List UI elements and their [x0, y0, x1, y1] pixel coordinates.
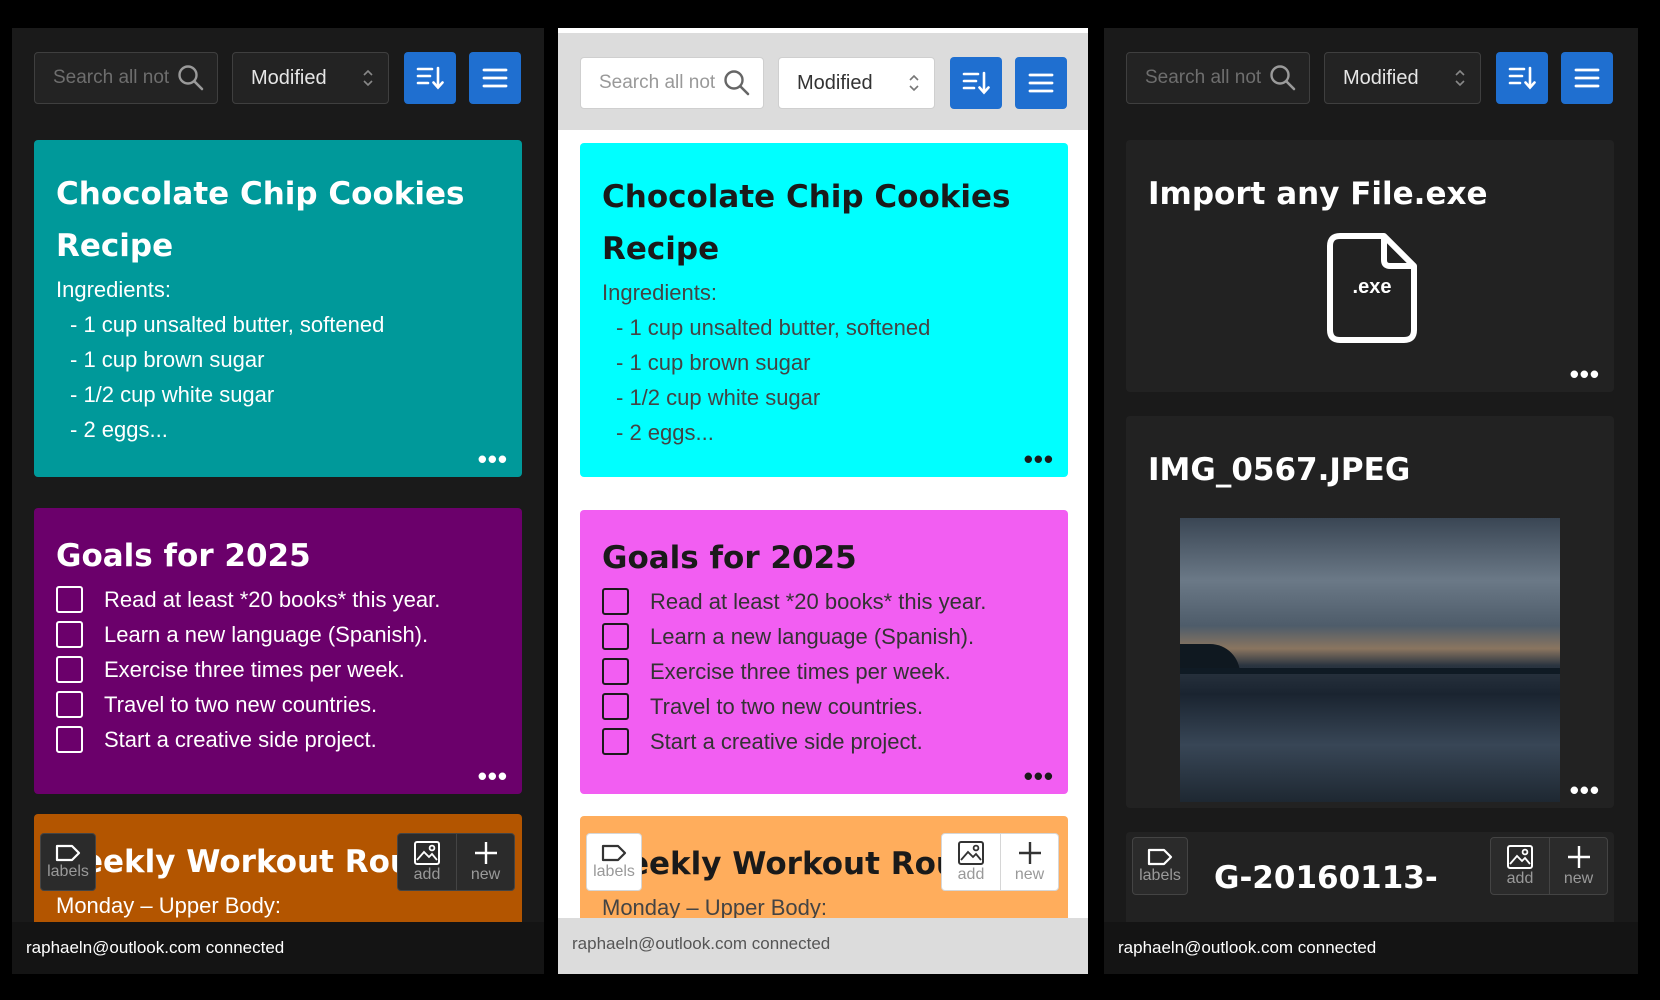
checklist-item: Travel to two new countries. [56, 687, 500, 722]
label-tag-icon [601, 844, 627, 862]
note-title: IMG_0567.JPEG [1148, 452, 1411, 488]
note-title: Chocolate Chip Cookies Recipe [602, 179, 1011, 267]
checklist-item: Read at least *20 books* this year. [56, 582, 500, 617]
checkbox[interactable] [56, 726, 83, 753]
note-card-recipe[interactable]: Chocolate Chip Cookies Recipe Ingredient… [580, 143, 1068, 477]
search-icon [724, 70, 750, 96]
checkbox[interactable] [56, 621, 83, 648]
chevron-updown-icon [909, 74, 919, 92]
checklist-item: Read at least *20 books* this year. [602, 584, 1046, 619]
search-input[interactable]: Search all not [1126, 52, 1310, 104]
sort-select[interactable]: Modified [232, 52, 389, 104]
add-image-button[interactable]: add [942, 834, 1000, 890]
toolbar: Search all not Modified [1104, 28, 1638, 128]
more-options-icon[interactable]: ••• [478, 763, 508, 789]
more-options-icon[interactable]: ••• [1570, 361, 1600, 387]
more-options-icon[interactable]: ••• [1570, 777, 1600, 803]
search-icon [1270, 65, 1296, 91]
sort-descending-icon [416, 66, 444, 90]
note-card-file-import[interactable]: Import any File.exe .exe ••• [1126, 140, 1614, 392]
toolbar: Search all not Modified [12, 28, 544, 128]
sort-descending-icon [962, 71, 990, 95]
hamburger-icon [482, 68, 508, 88]
note-card-image[interactable]: IMG_0567.JPEG ••• [1126, 416, 1614, 808]
labels-button[interactable]: labels [40, 833, 96, 891]
more-options-icon[interactable]: ••• [1024, 446, 1054, 472]
sort-direction-button[interactable] [404, 52, 456, 104]
note-card-recipe[interactable]: Chocolate Chip Cookies Recipe Ingredient… [34, 140, 522, 477]
menu-button[interactable] [1561, 52, 1613, 104]
note-title: Goals for 2025 [56, 538, 311, 574]
note-body: Ingredients: - 1 cup unsalted butter, so… [602, 280, 931, 445]
status-bar: raphaeln@outlook.com connected [558, 918, 1088, 974]
search-input[interactable]: Search all not [580, 57, 764, 109]
notes-panel-files: Search all not Modified Import any File.… [1104, 28, 1638, 974]
status-bar: raphaeln@outlook.com connected [1104, 922, 1638, 974]
checklist-item: Learn a new language (Spanish). [56, 617, 500, 652]
checklist-item: Exercise three times per week. [56, 652, 500, 687]
fab-group: add new [941, 833, 1059, 891]
note-title: Import any File.exe [1148, 176, 1488, 212]
menu-button[interactable] [469, 52, 521, 104]
label-tag-icon [1147, 848, 1173, 866]
add-image-button[interactable]: add [1491, 838, 1549, 894]
hamburger-icon [1574, 68, 1600, 88]
new-note-button[interactable]: new [1000, 834, 1058, 890]
plus-icon [1567, 846, 1590, 868]
sort-direction-button[interactable] [1496, 52, 1548, 104]
new-note-button[interactable]: new [1549, 838, 1607, 894]
chevron-updown-icon [1455, 69, 1465, 87]
new-note-button[interactable]: new [456, 834, 514, 890]
plus-icon [474, 842, 497, 864]
image-icon [1507, 845, 1533, 869]
checkbox[interactable] [602, 728, 629, 755]
fab-group: add new [397, 833, 515, 891]
sort-direction-button[interactable] [950, 57, 1002, 109]
checkbox[interactable] [56, 586, 83, 613]
image-icon [414, 841, 440, 865]
checklist: Read at least *20 books* this year. Lear… [602, 584, 1046, 759]
checklist-item: Start a creative side project. [602, 724, 1046, 759]
more-options-icon[interactable]: ••• [478, 446, 508, 472]
sort-select[interactable]: Modified [778, 57, 935, 109]
image-icon [958, 841, 984, 865]
note-card-goals[interactable]: Goals for 2025 Read at least *20 books* … [34, 508, 522, 794]
labels-button[interactable]: labels [1132, 837, 1188, 895]
menu-button[interactable] [1015, 57, 1067, 109]
more-options-icon[interactable]: ••• [1024, 763, 1054, 789]
notes-panel-dark: Search all not Modified Chocolate Chip C… [12, 28, 544, 974]
photo-thumbnail [1180, 518, 1560, 802]
checkbox[interactable] [56, 691, 83, 718]
search-input[interactable]: Search all not [34, 52, 218, 104]
note-card-goals[interactable]: Goals for 2025 Read at least *20 books* … [580, 510, 1068, 794]
fab-group: add new [1490, 837, 1608, 895]
sort-descending-icon [1508, 66, 1536, 90]
sort-select[interactable]: Modified [1324, 52, 1481, 104]
plus-icon [1018, 842, 1041, 864]
note-body: Ingredients: - 1 cup unsalted butter, so… [56, 277, 385, 442]
checkbox[interactable] [602, 693, 629, 720]
checklist-item: Travel to two new countries. [602, 689, 1046, 724]
labels-button[interactable]: labels [586, 833, 642, 891]
search-icon [178, 65, 204, 91]
checkbox[interactable] [602, 658, 629, 685]
checklist: Read at least *20 books* this year. Lear… [56, 582, 500, 757]
status-bar: raphaeln@outlook.com connected [12, 922, 544, 974]
checklist-item: Learn a new language (Spanish). [602, 619, 1046, 654]
file-exe-icon: .exe [1326, 232, 1418, 349]
notes-panel-light: Search all not Modified Chocolate Chip C… [558, 28, 1088, 974]
add-image-button[interactable]: add [398, 834, 456, 890]
note-title: Goals for 2025 [602, 540, 857, 576]
hamburger-icon [1028, 73, 1054, 93]
label-tag-icon [55, 844, 81, 862]
checklist-item: Exercise three times per week. [602, 654, 1046, 689]
checkbox[interactable] [602, 623, 629, 650]
note-title: Chocolate Chip Cookies Recipe [56, 176, 465, 264]
chevron-updown-icon [363, 69, 373, 87]
checkbox[interactable] [602, 588, 629, 615]
checklist-item: Start a creative side project. [56, 722, 500, 757]
checkbox[interactable] [56, 656, 83, 683]
toolbar: Search all not Modified [558, 33, 1088, 130]
